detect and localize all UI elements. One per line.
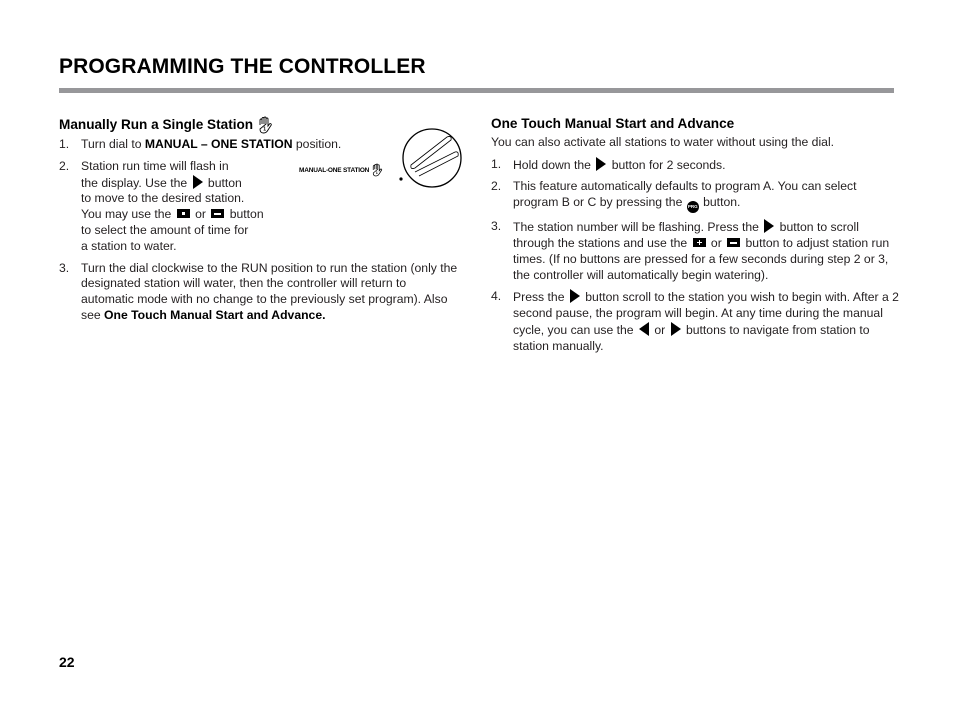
step-item: 3. Turn the dial clockwise to the RUN po… (59, 260, 458, 322)
hand-one-icon: 1 (373, 163, 383, 177)
program-button-icon: PRG (686, 201, 699, 214)
section-heading-text: Manually Run a Single Station (59, 117, 254, 133)
next-arrow-button-icon (670, 321, 681, 336)
step-item: 1. Hold down the button for 2 seconds. (491, 156, 726, 172)
next-arrow-button-icon (596, 156, 607, 171)
svg-text:1: 1 (376, 171, 378, 175)
page-title: PROGRAMMING THE CONTROLLER (59, 55, 426, 78)
svg-text:1: 1 (263, 127, 266, 133)
next-arrow-button-icon (764, 219, 775, 234)
step-item: 2. Station run time will flash in the di… (59, 158, 264, 253)
cross-reference-link: One Touch Manual Start and Advance. (104, 307, 326, 322)
minus-button-icon (727, 237, 741, 247)
plus-button-icon (692, 237, 706, 247)
next-arrow-button-icon (192, 174, 203, 189)
section-heading: One Touch Manual Start and Advance (491, 116, 735, 131)
steps-list: 1. Hold down the button for 2 seconds. 2… (491, 156, 901, 355)
minus-button-icon (211, 209, 225, 219)
next-arrow-button-icon (569, 289, 580, 304)
step-item: 2. This feature automatically defaults t… (491, 179, 901, 214)
controller-dial-icon (399, 128, 462, 188)
section-intro: You can also activate all stations to wa… (491, 134, 835, 149)
title-divider (59, 88, 894, 93)
plus-button-icon (176, 209, 190, 219)
one-touch-manual-section: One Touch Manual Start and Advance You c… (491, 116, 901, 361)
dial-figure: MANUAL-ONE STATION 1 (297, 127, 467, 189)
step-item: 3. The station number will be flashing. … (491, 219, 890, 282)
dial-label: MANUAL-ONE STATION 1 (299, 163, 383, 177)
back-arrow-button-icon (638, 321, 649, 336)
hand-one-icon: 1 (259, 116, 272, 134)
page-number: 22 (59, 654, 75, 670)
step-item: 4. Press the button scroll to the statio… (491, 289, 899, 353)
